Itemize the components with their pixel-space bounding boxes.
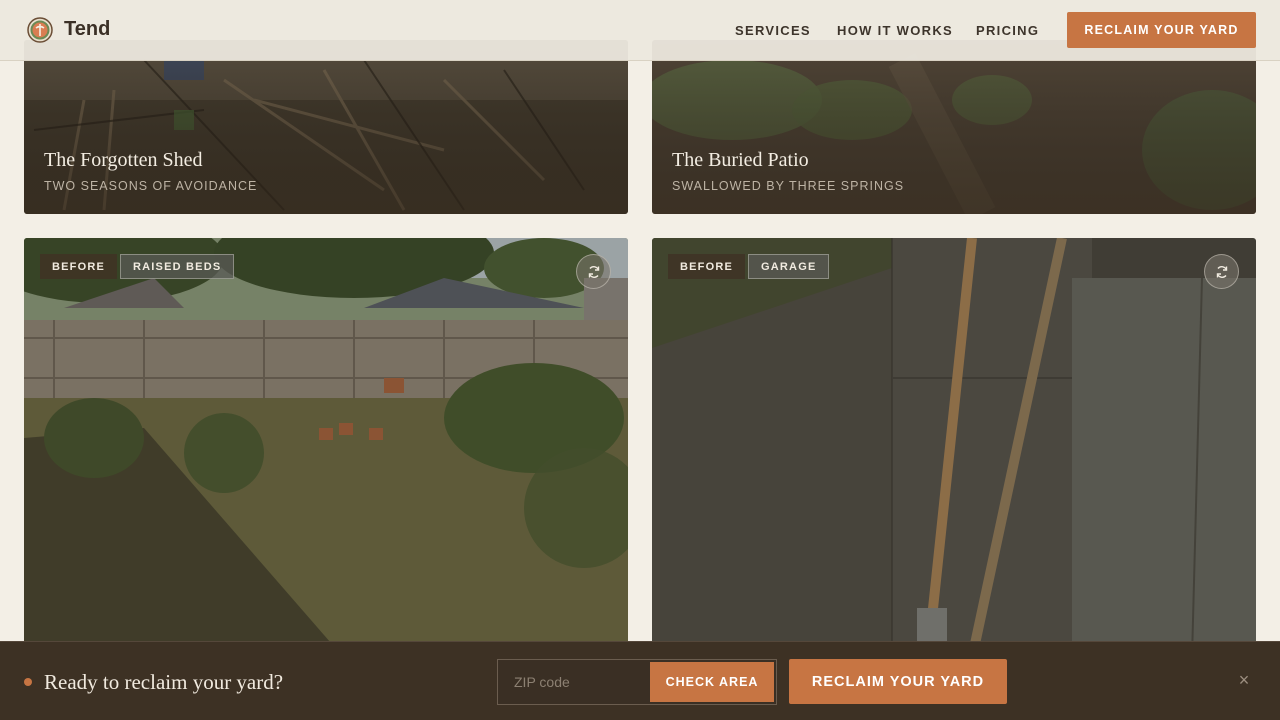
project-card-forgotten-shed[interactable]: The Forgotten Shed TWO SEASONS OF AVOIDA… <box>24 40 628 214</box>
logo-icon[interactable] <box>27 17 53 43</box>
zip-input[interactable] <box>498 660 650 704</box>
refresh-icon <box>1216 265 1227 278</box>
swap-icon[interactable] <box>1204 254 1239 289</box>
reclaim-yard-button-bottom[interactable]: RECLAIM YOUR YARD <box>789 659 1007 704</box>
garage-photo <box>652 238 1256 658</box>
swap-icon[interactable] <box>576 254 611 289</box>
before-badge: BEFORE <box>668 254 746 279</box>
reclaim-yard-button-header[interactable]: RECLAIM YOUR YARD <box>1067 12 1256 48</box>
card-subtitle: TWO SEASONS OF AVOIDANCE <box>44 179 258 193</box>
nav-how-it-works[interactable]: HOW IT WORKS <box>837 23 953 38</box>
project-card-raised-beds[interactable]: BEFORE RAISED BEDS <box>24 238 628 658</box>
project-card-garage[interactable]: BEFORE GARAGE <box>652 238 1256 658</box>
project-card-buried-patio[interactable]: The Buried Patio SWALLOWED BY THREE SPRI… <box>652 40 1256 214</box>
card-subtitle: SWALLOWED BY THREE SPRINGS <box>672 179 905 193</box>
raised-beds-photo <box>24 238 628 658</box>
zip-form: CHECK AREA <box>497 659 777 705</box>
brand-name[interactable]: Tend <box>64 18 110 41</box>
cta-prompt: Ready to reclaim your yard? <box>44 670 284 694</box>
category-badge: GARAGE <box>748 254 830 279</box>
category-badge: RAISED BEDS <box>120 254 235 279</box>
status-dot <box>24 678 32 686</box>
card-title: The Forgotten Shed <box>44 149 203 171</box>
cta-bar: Ready to reclaim your yard? CHECK AREA R… <box>0 641 1280 720</box>
before-badge: BEFORE <box>40 254 118 279</box>
nav-services[interactable]: SERVICES <box>735 23 811 38</box>
card-title: The Buried Patio <box>672 149 809 171</box>
refresh-icon <box>588 265 599 278</box>
site-header: Tend SERVICES HOW IT WORKS PRICING RECLA… <box>0 0 1280 61</box>
check-area-button[interactable]: CHECK AREA <box>650 662 774 702</box>
nav-pricing[interactable]: PRICING <box>976 23 1039 38</box>
close-icon[interactable]: × <box>1235 671 1253 689</box>
